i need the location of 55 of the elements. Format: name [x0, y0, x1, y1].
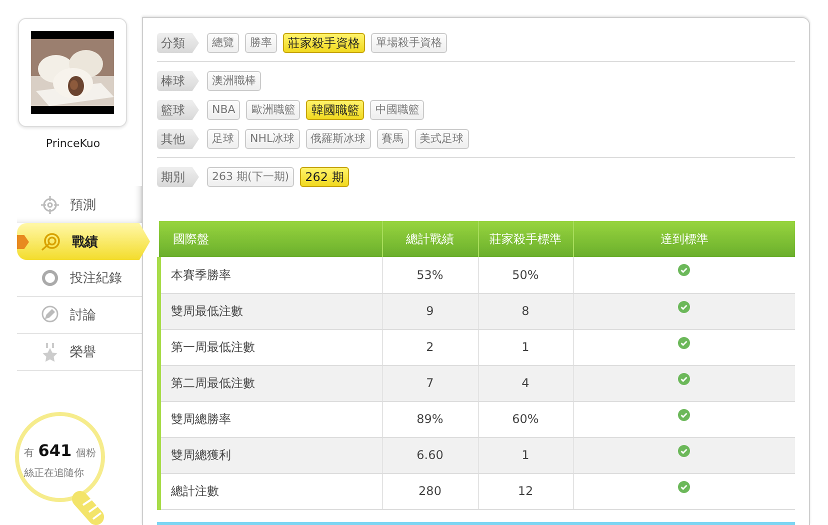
table-cell: 53% — [382, 257, 478, 293]
table-cell: 第二周最低注數 — [159, 365, 382, 401]
table-cell: 7 — [382, 365, 478, 401]
filter-label: 期別 — [157, 167, 199, 187]
table-cell: 6.60 — [382, 437, 478, 473]
table-cell: 總計注數 — [159, 473, 382, 509]
column-header: 總計戰績 — [382, 221, 478, 257]
table-cell: 50% — [478, 257, 573, 293]
nav-item[interactable]: 投注紀錄 — [17, 260, 142, 297]
column-header: 莊家殺手標準 — [478, 221, 573, 257]
filter-tag[interactable]: 俄羅斯冰球 — [306, 129, 371, 149]
filter-tag[interactable]: 總覽 — [207, 33, 239, 53]
filter-tag[interactable]: 莊家殺手資格 — [283, 33, 365, 53]
filter-tag[interactable]: 賽馬 — [376, 129, 409, 149]
filter-label: 棒球 — [157, 71, 199, 91]
table-cell: 1 — [478, 437, 573, 473]
fans-count-text: 有 641 個粉絲正在追隨你 — [24, 441, 97, 481]
table-cell: 8 — [478, 293, 573, 329]
filter-tag[interactable]: 歐洲職籃 — [246, 100, 300, 120]
filter-tag[interactable]: 262 期 — [300, 167, 349, 187]
table-cell: 4 — [478, 365, 573, 401]
filter-tag[interactable]: 韓國職籃 — [306, 100, 364, 120]
filter-tag[interactable]: 263 期(下一期) — [207, 167, 294, 187]
filter-label: 籃球 — [157, 100, 199, 120]
filter-tag[interactable]: NHL冰球 — [245, 129, 300, 149]
filter-tag[interactable]: 澳洲職棒 — [207, 71, 261, 91]
table-cell: 60% — [478, 401, 573, 437]
column-header: 達到標準 — [573, 221, 795, 257]
table-cell: 89% — [382, 401, 478, 437]
nav-item[interactable]: 榮譽 — [17, 334, 142, 371]
filter-tag[interactable]: 單場殺手資格 — [371, 33, 447, 53]
column-header: 國際盤 — [159, 221, 382, 257]
filter-tag[interactable]: NBA — [207, 100, 240, 120]
filter-label: 分類 — [157, 33, 199, 53]
table-cell: 9 — [382, 293, 478, 329]
filter-tag[interactable]: 勝率 — [245, 33, 277, 53]
nav-item[interactable]: 討論 — [17, 297, 142, 334]
crosshair-icon — [40, 194, 60, 214]
table-cell: 雙周總獲利 — [159, 437, 382, 473]
filter-tag[interactable]: 美式足球 — [414, 129, 469, 149]
table-cell: 雙周最低注數 — [159, 293, 382, 329]
table-cell: 2 — [382, 329, 478, 365]
nav-item[interactable]: 預測 — [17, 186, 142, 223]
medal-star-icon — [40, 342, 60, 362]
filter-tag[interactable]: 中國職籃 — [370, 100, 424, 120]
filter-label: 其他 — [157, 129, 199, 149]
pencil-bubble-icon — [40, 305, 60, 325]
filter-tag[interactable]: 足球 — [207, 129, 239, 149]
username: PrinceKuo — [44, 137, 102, 150]
nav-item[interactable]: 戰績 — [17, 223, 150, 260]
table-cell: 280 — [382, 473, 478, 509]
ring-icon — [40, 268, 60, 288]
target-icon — [40, 232, 62, 252]
table-cell: 12 — [478, 473, 573, 509]
table-cell: 1 — [478, 329, 573, 365]
